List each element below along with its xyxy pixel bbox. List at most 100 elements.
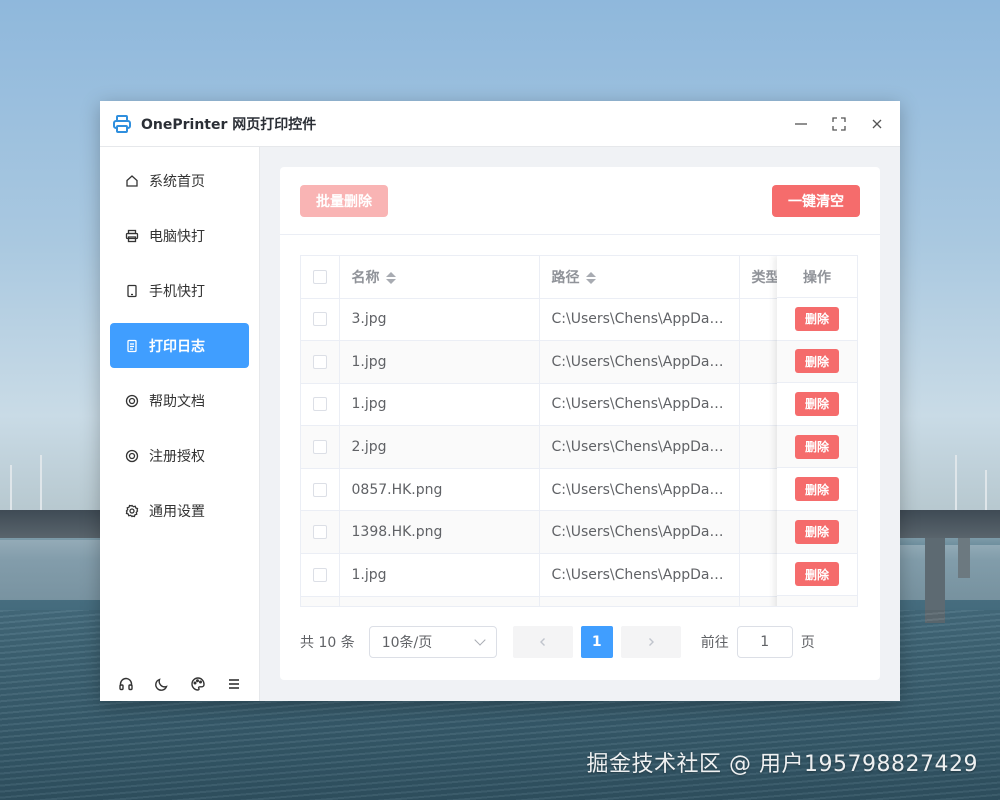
document-icon <box>125 339 139 353</box>
background-bridge-pier <box>958 538 970 578</box>
table-row: 3.jpg C:\Users\Chens\AppData... <box>301 298 857 342</box>
background-bridge-right <box>900 510 1000 538</box>
close-icon[interactable] <box>866 113 888 135</box>
cell-path: C:\Users\Chens\AppData... <box>539 468 740 512</box>
cell-path: C:\Users\Chens\AppData... <box>539 298 740 342</box>
column-header-label: 名称 <box>351 269 380 286</box>
page-suffix-label: 页 <box>800 635 815 651</box>
row-select-cell <box>301 510 340 555</box>
sidebar-item-print-log[interactable]: 打印日志 <box>110 323 249 368</box>
table-header-row: 名称 路径 类型 <box>301 256 857 299</box>
print-log-card: 批量删除 一键清空 名称 路径 类型 3.jpg C:\Users\Chens\… <box>280 167 880 680</box>
moon-icon[interactable] <box>153 675 171 693</box>
goto-page-input[interactable]: 1 <box>736 626 793 658</box>
sidebar-item-label: 帮助文档 <box>149 393 205 410</box>
delete-button[interactable]: 删除 <box>794 349 839 374</box>
table-row: 2.jpg C:\Users\Chens\AppData... <box>301 425 857 469</box>
row-checkbox[interactable] <box>312 440 327 455</box>
sidebar-item-license[interactable]: 注册授权 <box>110 433 249 478</box>
action-cell: 删除 <box>777 425 857 469</box>
background-lamp <box>10 465 12 510</box>
delete-button[interactable]: 删除 <box>794 434 839 459</box>
maximize-icon[interactable] <box>828 113 850 135</box>
delete-button[interactable]: 删除 <box>794 477 839 502</box>
row-checkbox[interactable] <box>312 567 327 582</box>
help-icon <box>125 394 139 408</box>
print-log-table: 名称 路径 类型 3.jpg C:\Users\Chens\AppData... <box>300 255 858 607</box>
delete-button[interactable]: 删除 <box>794 306 839 331</box>
cell-path: C:\Users\Chens\AppData... <box>539 553 740 597</box>
action-cell: 删除 <box>777 554 857 597</box>
row-select-cell <box>301 425 340 469</box>
row-select-cell <box>301 340 340 384</box>
row-checkbox[interactable] <box>312 312 327 327</box>
background-lamp <box>955 455 957 510</box>
prev-page-button[interactable] <box>512 626 573 658</box>
row-checkbox[interactable] <box>312 525 327 540</box>
table-row <box>301 596 857 606</box>
row-select-cell <box>301 298 340 342</box>
cell-name: 1.jpg <box>339 340 540 384</box>
row-checkbox[interactable] <box>312 397 327 412</box>
action-cell: 删除 <box>777 298 857 341</box>
delete-button[interactable]: 删除 <box>794 562 839 587</box>
cell-name: 0857.HK.png <box>339 468 540 512</box>
printer-logo-icon <box>112 114 132 134</box>
delete-button[interactable]: 删除 <box>794 519 839 544</box>
next-page-button[interactable] <box>620 626 681 658</box>
sort-icon[interactable] <box>385 271 396 284</box>
cell-path: C:\Users\Chens\AppData... <box>539 340 740 384</box>
cell-name: 1.jpg <box>339 553 540 597</box>
action-cell: 删除 <box>777 340 857 384</box>
cell-name <box>339 596 540 606</box>
cell-name: 2.jpg <box>339 425 540 469</box>
row-select-cell <box>301 383 340 427</box>
pagination: 共 10 条 10条/页 1 前往 1 页 <box>300 626 815 658</box>
phone-icon <box>125 284 139 298</box>
minimize-icon[interactable] <box>790 113 812 135</box>
action-cell: 删除 <box>777 510 857 554</box>
window-title: OnePrinter 网页打印控件 <box>141 116 317 133</box>
sidebar-item-label: 电脑快打 <box>149 228 205 245</box>
sidebar-item-mobile-print[interactable]: 手机快打 <box>110 268 249 313</box>
sidebar-item-label: 系统首页 <box>149 173 205 190</box>
page-number-button[interactable]: 1 <box>580 626 613 658</box>
delete-button[interactable]: 删除 <box>794 391 839 416</box>
select-all-checkbox[interactable] <box>312 269 327 284</box>
cell-name: 3.jpg <box>339 298 540 342</box>
column-header-path[interactable]: 路径 <box>539 256 740 299</box>
watermark: 掘金技术社区 @ 用户195798827429 <box>586 752 978 777</box>
action-cell: 删除 <box>777 383 857 426</box>
sidebar-item-label: 通用设置 <box>149 503 205 520</box>
gear-icon <box>125 504 139 518</box>
table-row: 1.jpg C:\Users\Chens\AppData... <box>301 383 857 427</box>
menu-icon[interactable] <box>225 675 243 693</box>
clear-all-button[interactable]: 一键清空 <box>772 184 860 217</box>
sort-icon[interactable] <box>585 271 596 284</box>
table-row: 1.jpg C:\Users\Chens\AppData... <box>301 340 857 384</box>
sidebar-item-pc-print[interactable]: 电脑快打 <box>110 213 249 258</box>
toolbar: 批量删除 一键清空 <box>280 167 880 235</box>
row-checkbox[interactable] <box>312 482 327 497</box>
chevron-down-icon <box>474 634 486 646</box>
column-header-name[interactable]: 名称 <box>339 256 540 299</box>
sidebar-item-help[interactable]: 帮助文档 <box>110 378 249 423</box>
cell-path: C:\Users\Chens\AppData... <box>539 425 740 469</box>
title-bar[interactable]: OnePrinter 网页打印控件 <box>100 101 900 147</box>
row-checkbox[interactable] <box>312 354 327 369</box>
batch-delete-button[interactable]: 批量删除 <box>300 184 388 217</box>
cell-path <box>539 596 740 606</box>
background-lamp <box>40 455 42 510</box>
sidebar-item-label: 注册授权 <box>149 448 205 465</box>
pagination-total: 共 10 条 <box>300 635 355 651</box>
sidebar-item-home[interactable]: 系统首页 <box>110 158 249 203</box>
column-header-label: 路径 <box>551 269 580 286</box>
sidebar-item-settings[interactable]: 通用设置 <box>110 488 249 533</box>
page-size-select[interactable]: 10条/页 <box>368 626 497 658</box>
headset-icon[interactable] <box>117 675 135 693</box>
sidebar: 系统首页 电脑快打 手机快打 打印日志 帮助文档 注册授权 通用设置 <box>100 147 260 701</box>
page-size-value: 10条/页 <box>381 635 433 651</box>
palette-icon[interactable] <box>189 675 207 693</box>
printer-icon <box>125 229 139 243</box>
row-select-cell <box>301 553 340 597</box>
